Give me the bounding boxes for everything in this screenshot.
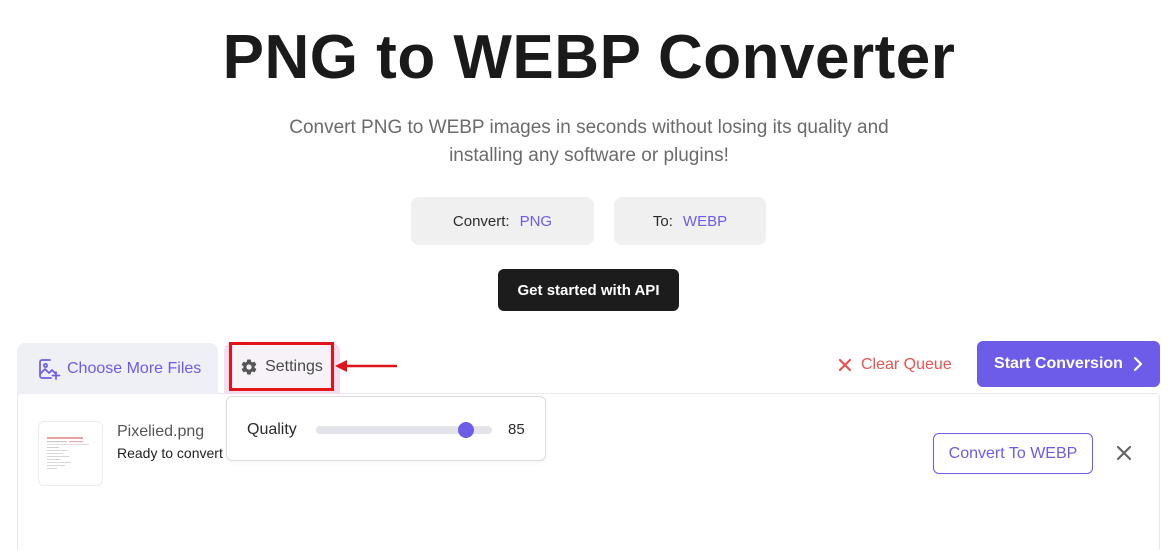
convert-format-value: PNG: [519, 212, 553, 230]
target-format-selector[interactable]: To: WEBP: [614, 197, 766, 245]
remove-file-button[interactable]: [1114, 443, 1134, 463]
quality-slider-fill: [316, 426, 466, 434]
quality-slider-thumb[interactable]: [457, 422, 474, 438]
file-status: Ready to convert: [117, 445, 223, 461]
quality-slider[interactable]: [316, 422, 492, 438]
convert-to-webp-button[interactable]: Convert To WEBP: [933, 433, 1093, 474]
close-icon: [838, 358, 852, 372]
close-icon: [1116, 445, 1132, 461]
file-preview-image: [47, 437, 89, 469]
convert-label: Convert:: [452, 212, 510, 230]
choose-more-files-label: Choose More Files: [67, 359, 202, 377]
target-format-value: WEBP: [682, 212, 728, 230]
file-name: Pixelied.png: [117, 423, 205, 440]
settings-label: Settings: [265, 357, 323, 375]
file-thumbnail: [38, 421, 103, 486]
api-button[interactable]: Get started with API: [498, 269, 679, 311]
clear-queue-button[interactable]: Clear Queue: [838, 352, 952, 378]
start-conversion-label: Start Conversion: [994, 355, 1123, 372]
to-label: To:: [652, 212, 673, 230]
quality-label: Quality: [247, 421, 297, 438]
page-title: PNG to WEBP Converter: [222, 23, 956, 92]
settings-popover: Quality 85: [226, 396, 546, 461]
clear-queue-label: Clear Queue: [861, 356, 952, 373]
quality-value: 85: [508, 421, 525, 438]
gear-icon: [241, 358, 257, 374]
add-image-icon: [39, 358, 61, 380]
start-conversion-button[interactable]: Start Conversion: [977, 341, 1160, 387]
page-subtitle: Convert PNG to WEBP images in seconds wi…: [289, 117, 889, 166]
convert-format-selector[interactable]: Convert: PNG: [411, 197, 594, 245]
choose-more-files-button[interactable]: Choose More Files: [17, 343, 218, 394]
red-arrow-annotation: [335, 360, 397, 372]
settings-button[interactable]: Settings: [229, 342, 334, 391]
chevron-right-icon: [1133, 356, 1143, 372]
